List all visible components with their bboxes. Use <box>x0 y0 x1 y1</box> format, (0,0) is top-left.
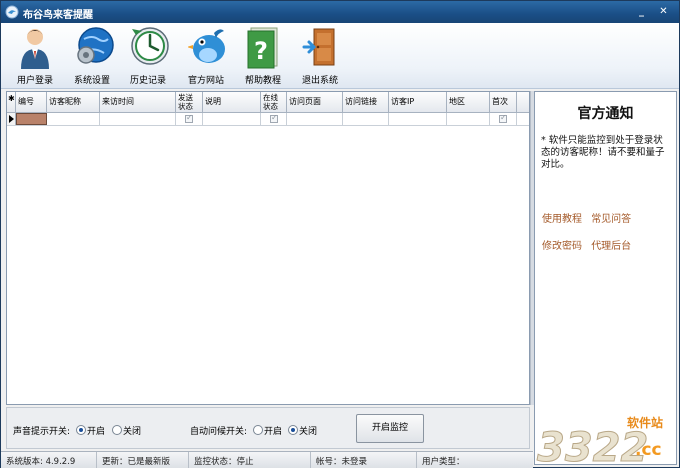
app-window: 布谷鸟来客提醒 _ ✕ 用户登录 系统设置 历史记录 官方网站 ? 帮助教程 退… <box>0 0 680 468</box>
status-bar: 系统版本: 4.9.2.9 更新：已是最新版 监控状态：停止 帐号：未登录 用户… <box>1 451 533 468</box>
agent-backend-link[interactable]: 代理后台 <box>591 241 631 252</box>
col-header-online-status[interactable]: 在线 状态 <box>261 92 287 113</box>
official-site-button[interactable]: 官方网站 <box>176 23 236 89</box>
sound-on-radio[interactable]: 开启 <box>76 424 105 437</box>
title-bar[interactable]: 布谷鸟来客提醒 _ ✕ <box>1 1 679 23</box>
system-settings-button[interactable]: 系统设置 <box>62 23 122 89</box>
window-title: 布谷鸟来客提醒 <box>23 10 93 21</box>
auto-greet-off-radio[interactable]: 关闭 <box>288 424 317 437</box>
bird-icon <box>188 29 225 63</box>
cell-send-status[interactable] <box>176 113 203 125</box>
send-status-checkbox[interactable] <box>185 113 193 123</box>
notice-title: 官方通知 <box>577 106 634 122</box>
notice-links-row-1: 使用教程 常见问答 <box>542 210 637 225</box>
toolbar-label-exit-system: 退出系统 <box>301 76 338 86</box>
help-tutorial-button[interactable]: ? 帮助教程 <box>233 23 293 89</box>
minimize-button[interactable]: _ <box>635 5 648 18</box>
status-account: 帐号：未登录 <box>311 452 417 468</box>
first-visit-checkbox[interactable] <box>499 113 507 123</box>
col-header-id[interactable]: 编号 <box>16 92 47 113</box>
change-password-link[interactable]: 修改密码 <box>542 241 582 252</box>
col-header-visitor-ip[interactable]: 访客IP <box>389 92 447 113</box>
col-header-nickname[interactable]: 访客昵称 <box>47 92 100 113</box>
col-header-visited-link[interactable]: 访问链接 <box>343 92 389 113</box>
tutorial-link[interactable]: 使用教程 <box>542 214 582 225</box>
col-header-region[interactable]: 地区 <box>447 92 490 113</box>
toolbar-label-history: 历史记录 <box>129 76 166 86</box>
cell-visitor-ip[interactable] <box>389 113 447 125</box>
toolbar-label-system-settings: 系统设置 <box>73 76 110 86</box>
cell-id[interactable] <box>16 113 47 125</box>
cell-online-status[interactable] <box>261 113 287 125</box>
toolbar-label-help-tutorial: 帮助教程 <box>244 76 281 86</box>
cell-visited-page[interactable] <box>287 113 343 125</box>
exit-system-button[interactable]: 退出系统 <box>290 23 350 89</box>
online-status-checkbox[interactable] <box>270 113 278 123</box>
status-version: 系统版本: 4.9.2.9 <box>1 452 97 468</box>
status-user-type: 用户类型： <box>422 457 465 467</box>
main-toolbar: 用户登录 系统设置 历史记录 官方网站 ? 帮助教程 退出系统 <box>1 23 679 89</box>
cell-visit-time[interactable] <box>100 113 176 125</box>
col-header-visited-page[interactable]: 访问页面 <box>287 92 343 113</box>
auto-greet-label: 自动问候开关: <box>190 427 248 437</box>
app-logo-icon <box>5 5 19 19</box>
faq-link[interactable]: 常见问答 <box>591 214 631 225</box>
cell-region[interactable] <box>447 113 490 125</box>
header-corner[interactable]: ✱ <box>7 92 16 113</box>
table-row[interactable] <box>7 113 529 126</box>
auto-greet-on-radio[interactable]: 开启 <box>253 424 282 437</box>
svg-text:?: ? <box>254 37 268 65</box>
toolbar-label-official-site: 官方网站 <box>187 76 224 86</box>
exit-door-icon <box>302 28 335 66</box>
table-header: ✱ 编号 访客昵称 来访时间 发送 状态 说明 在线 状态 访问页面 访问链接 … <box>7 92 529 113</box>
controls-panel: 声音提示开关: 开启 关闭 自动问候开关: 开启 关闭 开启监控 <box>6 407 530 449</box>
user-icon <box>21 29 49 69</box>
user-login-button[interactable]: 用户登录 <box>5 23 65 89</box>
svg-text:.cc: .cc <box>635 440 662 460</box>
history-button[interactable]: 历史记录 <box>118 23 178 89</box>
gear-globe-icon <box>77 27 114 64</box>
close-button[interactable]: ✕ <box>657 5 670 18</box>
row-pointer-icon <box>7 113 16 125</box>
status-monitor: 监控状态：停止 <box>189 452 311 468</box>
cell-first-visit[interactable] <box>490 113 517 125</box>
watermark-logo: 3322 .cc 软件站 <box>537 415 664 468</box>
visitor-table[interactable]: ✱ 编号 访客昵称 来访时间 发送 状态 说明 在线 状态 访问页面 访问链接 … <box>6 91 530 405</box>
site-watermark: 3322 .cc 软件站 <box>535 411 677 468</box>
sound-off-radio[interactable]: 关闭 <box>112 424 141 437</box>
help-book-icon: ? <box>247 27 278 69</box>
row-marker-icon: ✱ <box>8 94 15 103</box>
col-header-first-visit[interactable]: 首次 <box>490 92 517 113</box>
notice-text: * 软件只能监控到处于登录状态的访客昵称！请不要和量子对比。 <box>541 135 665 170</box>
official-notice-panel: 官方通知 * 软件只能监控到处于登录状态的访客昵称！请不要和量子对比。 使用教程… <box>534 91 677 465</box>
cell-nickname[interactable] <box>47 113 100 125</box>
cell-description[interactable] <box>203 113 261 125</box>
toolbar-label-user-login: 用户登录 <box>16 76 53 86</box>
sound-toggle-label: 声音提示开关: <box>13 427 71 437</box>
notice-links-row-2: 修改密码 代理后台 <box>542 237 637 252</box>
svg-text:3322: 3322 <box>537 425 648 467</box>
col-header-send-status[interactable]: 发送 状态 <box>176 92 203 113</box>
svg-text:软件站: 软件站 <box>627 415 663 430</box>
start-monitor-button[interactable]: 开启监控 <box>356 414 424 443</box>
status-update: 更新：已是最新版 <box>97 452 189 468</box>
col-header-visit-time[interactable]: 来访时间 <box>100 92 176 113</box>
cell-visited-link[interactable] <box>343 113 389 125</box>
clock-icon <box>131 27 169 65</box>
col-header-description[interactable]: 说明 <box>203 92 261 113</box>
